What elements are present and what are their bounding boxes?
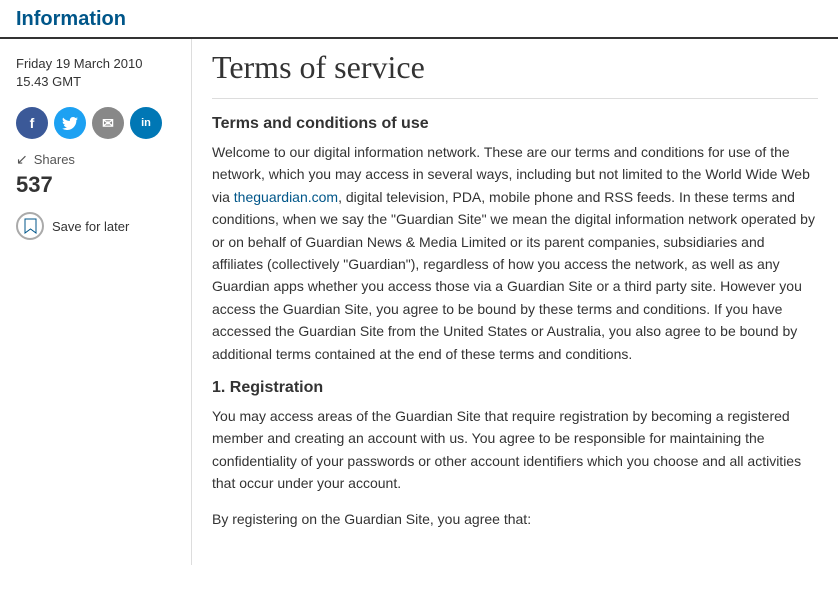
article-date: Friday 19 March 2010 15.43 GMT	[16, 55, 175, 91]
section-label[interactable]: Information	[16, 8, 126, 31]
shares-count: 537	[16, 172, 175, 198]
save-later-icon	[16, 212, 44, 240]
sidebar: Friday 19 March 2010 15.43 GMT f ✉ in ↙ …	[0, 39, 192, 565]
content-area: Terms of service Terms and conditions of…	[192, 39, 838, 565]
shares-label: Shares	[34, 152, 75, 167]
linkedin-button[interactable]: in	[130, 107, 162, 139]
facebook-button[interactable]: f	[16, 107, 48, 139]
guardian-link[interactable]: theguardian.com	[234, 189, 338, 205]
email-button[interactable]: ✉	[92, 107, 124, 139]
shares-row: ↙ Shares	[16, 151, 175, 168]
section1-heading: 1. Registration	[212, 379, 818, 397]
save-later-button[interactable]: Save for later	[16, 212, 129, 240]
intro-paragraph: Welcome to our digital information netwo…	[212, 141, 818, 365]
twitter-button[interactable]	[54, 107, 86, 139]
shares-icon: ↙	[16, 151, 28, 168]
intro-text2: , digital television, PDA, mobile phone …	[212, 189, 815, 362]
save-later-label: Save for later	[52, 219, 129, 234]
main-layout: Friday 19 March 2010 15.43 GMT f ✉ in ↙ …	[0, 39, 838, 565]
page-title: Terms of service	[212, 49, 818, 99]
article-body: Terms and conditions of use Welcome to o…	[212, 115, 818, 531]
section1-paragraph2: By registering on the Guardian Site, you…	[212, 508, 818, 530]
header-bar: Information	[0, 0, 838, 39]
social-buttons: f ✉ in	[16, 107, 175, 139]
section1-paragraph1: You may access areas of the Guardian Sit…	[212, 405, 818, 495]
intro-heading: Terms and conditions of use	[212, 115, 818, 133]
